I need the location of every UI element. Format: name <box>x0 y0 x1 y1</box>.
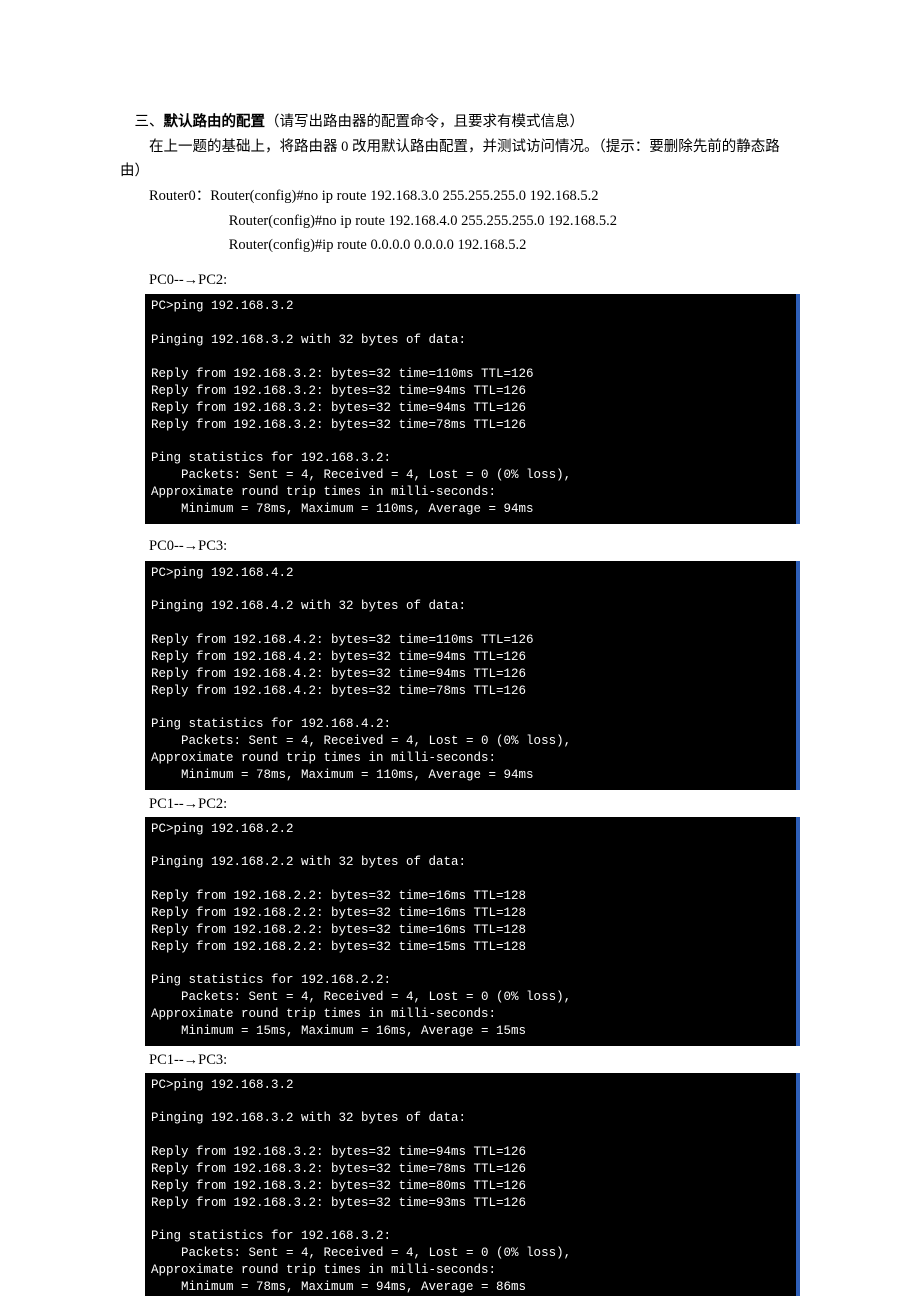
terminal-output-pc0-pc3: PC>ping 192.168.4.2 Pinging 192.168.4.2 … <box>145 561 800 790</box>
ping-label-pc1-pc2: PC1--→PC2: <box>120 792 800 817</box>
router-config-line-1: Router0：Router(config)#no ip route 192.1… <box>120 184 800 209</box>
router-config-line-3: Router(config)#ip route 0.0.0.0 0.0.0.0 … <box>120 233 800 258</box>
router-config-line-2: Router(config)#no ip route 192.168.4.0 2… <box>120 209 800 234</box>
section-heading: 三、默认路由的配置（请写出路由器的配置命令，且要求有模式信息） <box>120 110 800 135</box>
terminal-output-pc1-pc3: PC>ping 192.168.3.2 Pinging 192.168.3.2 … <box>145 1073 800 1296</box>
page-content: 三、默认路由的配置（请写出路由器的配置命令，且要求有模式信息） 在上一题的基础上… <box>0 0 920 1296</box>
ping-label-pc1-pc3: PC1--→PC3: <box>120 1048 800 1073</box>
heading-note: （请写出路由器的配置命令，且要求有模式信息） <box>265 114 584 130</box>
terminal-output-pc0-pc2: PC>ping 192.168.3.2 Pinging 192.168.3.2 … <box>145 294 800 523</box>
terminal-output-pc1-pc2: PC>ping 192.168.2.2 Pinging 192.168.2.2 … <box>145 817 800 1046</box>
heading-prefix: 三、 <box>135 114 164 130</box>
ping-label-pc0-pc2: PC0--→PC2: <box>120 268 800 293</box>
intro-paragraph: 在上一题的基础上，将路由器 0 改用默认路由配置，并测试访问情况。（提示：要删除… <box>120 135 800 184</box>
heading-title: 默认路由的配置 <box>164 114 266 130</box>
ping-label-pc0-pc3: PC0--→PC3: <box>120 534 800 559</box>
